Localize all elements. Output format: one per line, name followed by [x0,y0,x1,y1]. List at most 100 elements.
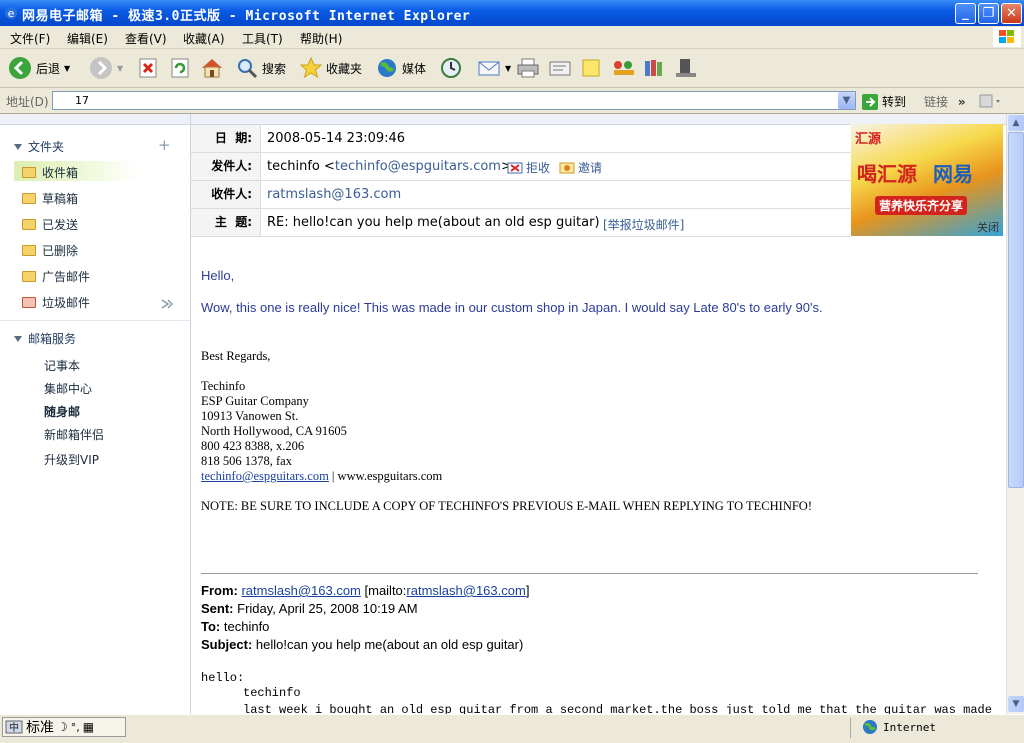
menu-view[interactable]: 查看(V) [125,30,167,47]
quote-sent-row: Sent: Friday, April 25, 2008 10:19 AM [201,601,418,616]
to-value[interactable]: ratmslash@163.com [267,181,401,208]
ime-mode[interactable]: 标准 [26,717,54,737]
sidebar-item-notepad[interactable]: 记事本 [44,357,80,374]
sent-folder-icon [22,219,36,230]
research-button[interactable] [642,57,666,79]
inbox-folder-icon [22,167,36,178]
address-input[interactable]: 17 [52,91,856,110]
back-button[interactable]: 后退 ▼ [8,57,70,79]
ime-toolbar[interactable]: 中 标准 ☽ °, ▦ [2,717,126,737]
ad-line3: 营养快乐齐分享 [875,196,968,215]
body-greeting: Hello, [201,268,235,283]
body-regards: Best Regards, [201,349,271,363]
ie-icon: e [5,7,17,20]
scroll-up-button[interactable]: ▲ [1008,115,1024,131]
ad-logo: 汇源 [855,132,882,147]
back-arrow-icon [9,57,31,79]
minimize-button[interactable]: _ [955,3,976,24]
sidebar-item-sent[interactable]: 已发送 [22,216,78,233]
forward-button[interactable]: ▼ [89,57,123,79]
close-button[interactable]: ✕ [1001,3,1022,24]
services-section-header[interactable]: 邮箱服务 [14,330,76,347]
star-icon [300,57,322,79]
vertical-scrollbar[interactable]: ▲ ▼ [1006,114,1024,714]
sidebar-item-ads[interactable]: 广告邮件 [22,268,90,285]
globe-icon [378,59,396,77]
discuss-button[interactable] [580,57,602,79]
quote-from-row: From: ratmslash@163.com [mailto:ratmslas… [201,583,530,598]
collapse-icon [14,143,22,150]
sidebar-item-inbox[interactable]: 收件箱 [22,164,78,181]
stop-button[interactable] [137,57,159,79]
sidebar-item-deleted[interactable]: 已删除 [22,242,78,259]
media-button[interactable]: 媒体 [376,57,426,79]
ad-close-link[interactable]: 关闭 [977,219,999,235]
refresh-button[interactable] [169,57,191,79]
title-bar: e 网易电子邮箱 - 极速3.0正式版 - Microsoft Internet… [0,0,1024,26]
quote-from-link[interactable]: ratmslash@163.com [241,583,360,598]
status-bar: 中 标准 ☽ °, ▦ Internet [0,714,1024,743]
menu-tools[interactable]: 工具(T) [242,30,283,47]
header-from-row: 发件人: techinfo <techinfo@espguitars.com> … [191,153,851,181]
status-divider [850,718,851,738]
print-button[interactable] [516,57,540,79]
messenger-button[interactable] [611,57,637,79]
mail-button[interactable]: ▼ [477,57,511,79]
subject-value: RE: hello!can you help me(about an old e… [267,215,600,230]
maximize-button[interactable]: ❐ [978,3,999,24]
punctuation-icon[interactable]: °, [71,721,80,734]
sidebar-item-mail-companion[interactable]: 新邮箱伴侣 [44,426,104,443]
menu-help[interactable]: 帮助(H) [300,30,342,47]
header-date-row: 日 期: 2008-05-14 23:09:46 [191,125,851,153]
links-button[interactable]: 链接 » [924,93,966,110]
home-button[interactable] [200,57,224,79]
favorites-button[interactable]: 收藏夹 [300,57,362,79]
quote-hello: hello: [201,671,245,685]
moon-icon[interactable]: ☽ [57,720,68,734]
scroll-thumb[interactable] [1008,132,1024,488]
search-button[interactable]: 搜索 [236,57,286,79]
from-label: 发件人: [191,153,261,180]
svg-text:中: 中 [9,721,19,734]
home-icon [202,59,222,78]
quote-mailto-link[interactable]: ratmslash@163.com [406,583,525,598]
signature-line: 818 506 1378, fax [201,454,292,468]
tools-button[interactable] [674,57,700,79]
clear-spam-icon[interactable] [160,298,174,310]
history-button[interactable] [440,57,462,79]
chevron-down-icon: ▼ [505,63,512,73]
signature-email-link[interactable]: techinfo@espguitars.com [201,469,329,483]
folders-section-header[interactable]: 文件夹 [14,138,64,155]
ad-banner[interactable]: 汇源 喝汇源 网易 营养快乐齐分享 关闭 [851,124,1003,236]
add-folder-icon[interactable]: + [158,136,171,154]
reject-button[interactable]: 拒收 [507,159,550,176]
menu-edit[interactable]: 编辑(E) [67,30,108,47]
report-spam-link[interactable]: [举报垃圾邮件] [603,216,684,233]
quote-divider [201,573,978,574]
messenger-small-icon[interactable] [978,93,1004,109]
collapse-icon [14,335,22,342]
edit-button[interactable] [548,57,572,79]
from-address[interactable]: techinfo@espguitars.com [335,159,501,174]
go-button[interactable]: 转到 [862,93,906,110]
invite-button[interactable]: 邀请 [559,159,602,176]
sidebar-item-mobile-mail[interactable]: 随身邮 [44,403,80,420]
scroll-down-button[interactable]: ▼ [1008,696,1024,712]
menu-favorites[interactable]: 收藏(A) [183,30,225,47]
sidebar-item-spam[interactable]: 垃圾邮件 [22,294,90,311]
body-note: NOTE: BE SURE TO INCLUDE A COPY OF TECHI… [201,499,812,513]
address-dropdown-button[interactable]: ▼ [838,92,855,109]
date-label: 日 期: [191,125,261,152]
sidebar-item-drafts[interactable]: 草稿箱 [22,190,78,207]
history-icon [441,58,461,78]
sidebar-item-mail-center[interactable]: 集邮中心 [44,380,92,397]
svg-text:e: e [8,7,15,20]
keyboard-icon[interactable]: ▦ [83,720,94,734]
security-zone: Internet [862,719,936,735]
messenger-icon [614,61,634,75]
sidebar-item-upgrade-vip[interactable]: 升级到VIP [44,451,99,468]
menu-file[interactable]: 文件(F) [10,30,50,47]
chevron-right-icon: » [957,95,966,109]
reject-icon [507,162,523,173]
signature-web-row: techinfo@espguitars.com | www.espguitars… [201,469,443,483]
